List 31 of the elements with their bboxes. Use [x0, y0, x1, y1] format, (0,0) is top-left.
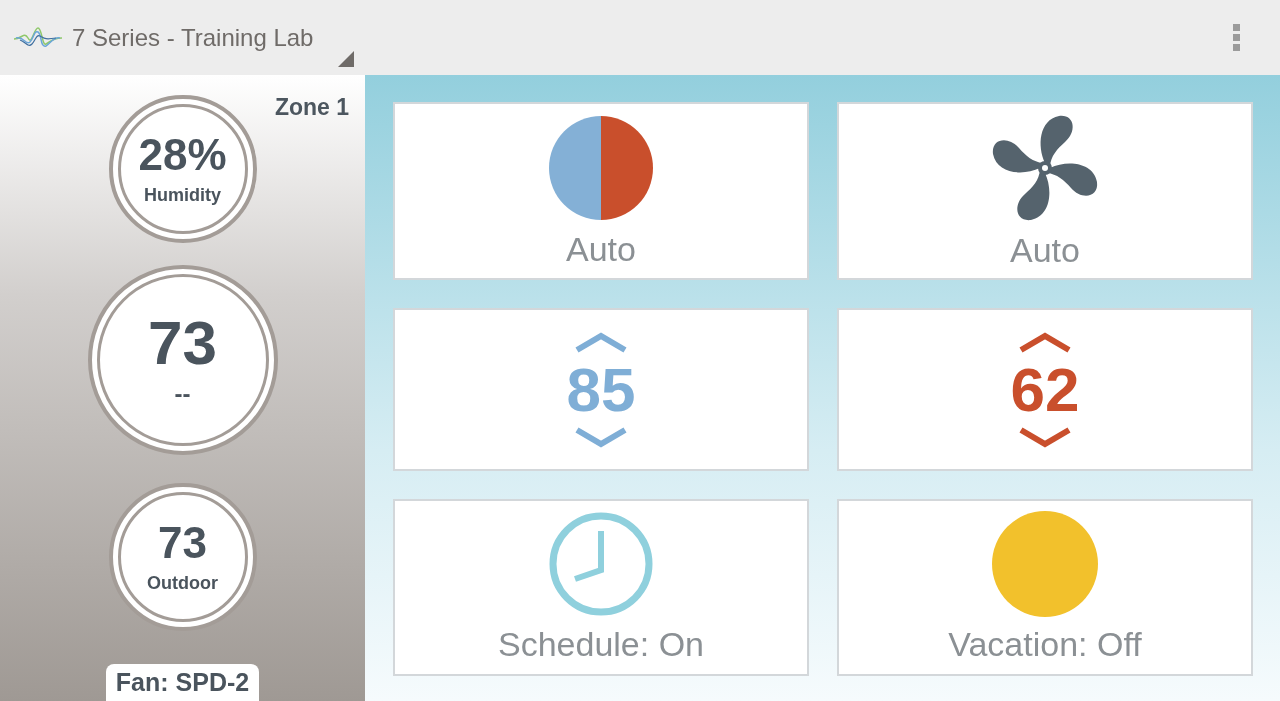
- setpoint-tile[interactable]: 62: [837, 308, 1253, 471]
- fan-status-label: Fan: SPD-2: [105, 664, 260, 701]
- reading-label: --: [174, 380, 191, 408]
- fan-tile[interactable]: Auto: [837, 102, 1253, 280]
- half-circle-icon: [547, 113, 655, 222]
- corner-triangle-icon[interactable]: [338, 51, 354, 67]
- down-chevron-icon[interactable]: [1018, 426, 1072, 449]
- mode-label: Auto: [566, 229, 636, 269]
- sun-icon: [992, 511, 1098, 617]
- vacation-tile[interactable]: Vacation: Off: [837, 499, 1253, 676]
- reading-label: Humidity: [144, 184, 221, 206]
- fan-mode-label: Auto: [1010, 230, 1080, 270]
- schedule-label: Schedule: On: [498, 625, 704, 664]
- setpoint-value: 62: [1010, 358, 1080, 421]
- reading-label: Outdoor: [147, 572, 218, 594]
- mode-tile[interactable]: Auto: [393, 102, 809, 280]
- waveform-logo-icon: [14, 25, 62, 50]
- up-chevron-icon[interactable]: [574, 330, 628, 353]
- setpoint-value: 85: [566, 358, 636, 421]
- reading-value: 73: [158, 520, 207, 565]
- vacation-label: Vacation: Off: [948, 625, 1142, 664]
- zone-label: Zone 1: [274, 94, 349, 121]
- clock-icon: [548, 511, 654, 617]
- schedule-tile[interactable]: Schedule: On: [393, 499, 809, 676]
- down-chevron-icon[interactable]: [574, 426, 628, 449]
- reading-value: 73: [148, 312, 217, 374]
- up-chevron-icon[interactable]: [1018, 330, 1072, 353]
- setpoint-tile[interactable]: 85: [393, 308, 809, 471]
- location-title[interactable]: 7 Series - Training Lab: [72, 23, 314, 52]
- reading-value: 28%: [138, 132, 227, 177]
- more-menu-button[interactable]: [1231, 22, 1242, 53]
